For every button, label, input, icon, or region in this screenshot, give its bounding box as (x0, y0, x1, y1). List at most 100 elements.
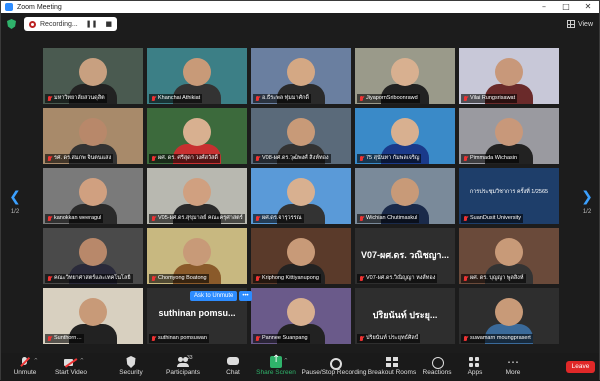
participant-video-tile[interactable]: suwamarn moungprasert (459, 288, 559, 344)
participant-video-tile[interactable]: V07-ผศ.ดร. วณิชญา... V07-ผศ.ดร.วิณิญญา หง… (355, 228, 455, 284)
muted-mic-icon (463, 215, 468, 222)
participant-name: Pimmada Wichasin (470, 155, 518, 161)
recording-dot-icon (29, 20, 36, 28)
participant-name: รศ. ดร.สมภพ จินตนแสง (54, 155, 112, 161)
unmute-button[interactable]: ^ Unmute (9, 356, 41, 380)
participant-more-button[interactable]: ••• (239, 291, 252, 301)
security-shield-icon (126, 356, 136, 368)
previous-page-arrow[interactable]: ❮ (5, 189, 25, 205)
participant-video-tile[interactable]: ปริยนันท์ ประยุ... ปริยนันท์ ประยุทธ์ศิลป… (355, 288, 455, 344)
participant-video-tile[interactable]: Sunthorn… (43, 288, 143, 344)
participant-head (79, 58, 107, 86)
participant-name-tag: Wichian Chutimaskul (357, 214, 420, 223)
participant-video-tile[interactable]: Vilai Rungsrisawat (459, 48, 559, 104)
participant-name-tag: ผศ.ดร.จารุวรรณ (253, 214, 304, 223)
muted-mic-icon (255, 95, 260, 102)
participant-name-tag: V07-ผศ.ดร.วิณิญญา หงส์ทอง (357, 274, 438, 283)
view-button[interactable]: View (566, 20, 593, 28)
participant-video-tile[interactable]: Kriphong Kittiyanupong (251, 228, 351, 284)
participant-head (495, 238, 523, 266)
pause-recording-icon[interactable]: ❚❚ (86, 20, 98, 28)
zoom-window: Zoom Meeting – □ ✕ Recording... ❚❚ ■ Vie… (0, 0, 600, 381)
participant-name: V05-ผศ.ดร.สุขุมาลย์ คณะครุศาสตร์ (158, 215, 243, 221)
participant-video-tile[interactable]: ผศ. ดร. ศรีสุดา วงศ์สวัสดิ์ (147, 108, 247, 164)
maximize-icon[interactable]: □ (555, 1, 577, 13)
participant-video-tile[interactable]: อ.ธีระพล ทุ่มมาศักดิ์ (251, 48, 351, 104)
participant-head (287, 238, 315, 266)
participant-head (287, 178, 315, 206)
participant-video-tile[interactable]: Pannee Suanpang (251, 288, 351, 344)
participant-name-tag: Sunthorn… (45, 334, 84, 343)
participant-display-name-large: ปริยนันท์ ประยุ... (372, 310, 438, 320)
view-label: View (577, 20, 593, 28)
participant-name-tag: ปริยนันท์ ประยุทธ์ศิลป์ (357, 334, 421, 343)
participant-video-tile[interactable]: คณะวิทยาศาสตร์และเทคโนโลยี (43, 228, 143, 284)
participant-video-tile[interactable]: 75 สุนันทา กัมพลเจริญ (355, 108, 455, 164)
chat-icon (226, 356, 240, 368)
breakout-rooms-label: Breakout Rooms (367, 369, 417, 376)
participant-video-tile[interactable]: Pimmada Wichasin (459, 108, 559, 164)
reactions-icon (430, 356, 444, 369)
security-button[interactable]: Security (115, 356, 147, 380)
participant-name: Kriphong Kittiyanupong (262, 275, 319, 281)
participant-name: ผศ. ดร. บุญญา พูลสิงห์ (470, 275, 524, 281)
participant-video-tile[interactable]: JiyapornSriboonrawd (355, 48, 455, 104)
muted-mic-icon (463, 155, 468, 162)
recording-label: Recording... (40, 20, 78, 28)
participant-video-tile[interactable]: Chomyong Boatong (147, 228, 247, 284)
start-video-button[interactable]: ^ Start Video (51, 356, 91, 380)
participant-name: Khanchai Athikiat (158, 95, 201, 101)
muted-mic-icon (47, 275, 52, 282)
participant-name: อ.ธีระพล ทุ่มมาศักดิ์ (262, 95, 309, 101)
pause-stop-recording-button[interactable]: Pause/Stop Recording (301, 356, 367, 380)
chat-button[interactable]: Chat (221, 356, 245, 380)
minimize-icon[interactable]: – (533, 1, 555, 13)
reactions-button[interactable]: Reactions (421, 356, 453, 380)
participant-video-tile[interactable]: รศ. ดร.สมภพ จินตนแสง (43, 108, 143, 164)
encryption-shield-icon[interactable] (7, 19, 16, 29)
participant-name: คณะวิทยาศาสตร์และเทคโนโลยี (54, 275, 131, 281)
participant-video-tile[interactable]: V08-ผศ.ดร.วุฒิพงศ์ สิงห์ทอง (251, 108, 351, 164)
ask-to-unmute-button[interactable]: Ask to Unmute (190, 291, 238, 301)
more-button[interactable]: More (499, 352, 527, 380)
breakout-rooms-button[interactable]: Breakout Rooms (367, 356, 417, 380)
participant-head (183, 58, 211, 86)
recording-control-icon (327, 356, 342, 370)
close-icon[interactable]: ✕ (577, 1, 599, 13)
participant-video-tile[interactable]: Wichian Chutimaskul (355, 168, 455, 224)
participant-name: kanokkan weeragul (54, 215, 102, 221)
stop-recording-icon[interactable]: ■ (105, 20, 112, 28)
muted-mic-icon (463, 95, 468, 102)
muted-mic-icon (151, 335, 156, 342)
participant-video-tile[interactable]: มหาวิทยาลัยสวนดุสิต (43, 48, 143, 104)
leave-button[interactable]: Leave (566, 361, 595, 373)
more-icon (506, 352, 520, 368)
participant-video-tile[interactable]: ผศ. ดร. บุญญา พูลสิงห์ (459, 228, 559, 284)
share-screen-button[interactable]: ^ Share Screen (255, 354, 297, 380)
participant-name-tag: 75 สุนันทา กัมพลเจริญ (357, 154, 422, 163)
participant-display-name-large: V07-ผศ.ดร. วณิชญา... (361, 250, 449, 260)
participant-name-tag: Vilai Rungsrisawat (461, 94, 518, 103)
participant-name: V08-ผศ.ดร.วุฒิพงศ์ สิงห์ทอง (262, 155, 329, 161)
participant-name-tag: Chomyong Boatong (149, 274, 209, 283)
participants-button[interactable]: 33 Participants (161, 355, 205, 380)
participant-video-tile[interactable]: ผศ.ดร.จารุวรรณ (251, 168, 351, 224)
next-page-arrow[interactable]: ❯ (577, 189, 597, 205)
participant-head (391, 58, 419, 86)
muted-mic-icon (359, 95, 364, 102)
participant-video-tile[interactable]: V05-ผศ.ดร.สุขุมาลย์ คณะครุศาสตร์ (147, 168, 247, 224)
participant-video-tile[interactable]: kanokkan weeragul (43, 168, 143, 224)
chat-label: Chat (226, 369, 240, 376)
participant-name: suthinan pomsuwan (158, 335, 207, 341)
muted-microphone-icon: ^ (18, 356, 38, 368)
participant-head (79, 238, 107, 266)
participant-name-tag: รศ. ดร.สมภพ จินตนแสง (45, 154, 114, 163)
participant-name: suwamarn moungprasert (470, 335, 531, 341)
muted-mic-icon (151, 95, 156, 102)
participant-video-tile[interactable]: Khanchai Athikiat (147, 48, 247, 104)
participant-name-tag: อ.ธีระพล ทุ่มมาศักดิ์ (253, 94, 311, 103)
participant-name: ผศ.ดร.จารุวรรณ (262, 215, 302, 221)
apps-button[interactable]: Apps (461, 356, 489, 380)
participant-name-tag: ผศ. ดร. ศรีสุดา วงศ์สวัสดิ์ (149, 154, 220, 163)
participant-video-tile[interactable]: การประชุมวิชาการ ครั้งที่ 1/2565 SuanDusi… (459, 168, 559, 224)
